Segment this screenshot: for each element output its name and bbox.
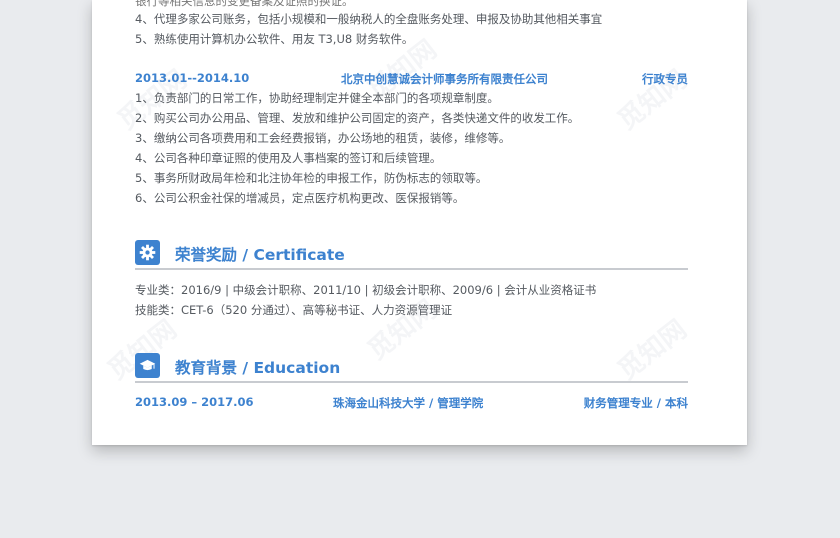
education-row: 2013.09 – 2017.06 珠海金山科技大学 / 管理学院 财务管理专业… [135, 395, 688, 411]
clipped-experience-line: 银行等相关信息的变更备案及证照的换证。 [135, 0, 354, 8]
resume-page: 觅知网 觅知网 觅知网 觅知网 觅知网 觅知网 银行等相关信息的变更备案及证照的… [92, 0, 747, 445]
graduation-cap-icon [135, 353, 160, 378]
job-duty-item: 2、购买公司办公用品、管理、发放和维护公司固定的资产，各类快递文件的收发工作。 [135, 111, 580, 125]
job-duty-item: 3、缴纳公司各项费用和工会经费报销，办公场地的租赁，装修，维修等。 [135, 131, 511, 145]
job-company: 北京中创慧诚会计师事务所有限责任公司 [341, 72, 548, 86]
experience-item: 5、熟练使用计算机办公软件、用友 T3,U8 财务软件。 [135, 32, 414, 46]
job-header: 2013.01--2014.10 北京中创慧诚会计师事务所有限责任公司 行政专员 [135, 71, 688, 87]
honors-section-title: 荣誉奖励 / Certificate [175, 246, 345, 264]
education-period: 2013.09 – 2017.06 [135, 395, 254, 409]
section-divider [135, 381, 688, 383]
education-school: 珠海金山科技大学 / 管理学院 [333, 396, 484, 410]
honors-line: 专业类：2016/9 | 中级会计职称、2011/10 | 初级会计职称、200… [135, 283, 597, 297]
job-duty-item: 6、公司公积金社保的增减员，定点医疗机构更改、医保报销等。 [135, 191, 465, 205]
job-duty-item: 5、事务所财政局年检和北注协年检的申报工作，防伪标志的领取等。 [135, 171, 488, 185]
education-section-title: 教育背景 / Education [175, 359, 341, 377]
job-duty-item: 1、负责部门的日常工作，协助经理制定并健全本部门的各项规章制度。 [135, 91, 499, 105]
gear-icon [135, 240, 160, 265]
education-section-header: 教育背景 / Education [135, 353, 688, 385]
job-period: 2013.01--2014.10 [135, 71, 250, 85]
job-title: 行政专员 [642, 72, 688, 86]
experience-item: 4、代理多家公司账务，包括小规模和一般纳税人的全盘账务处理、申报及协助其他相关事… [135, 12, 603, 26]
section-divider [135, 268, 688, 270]
job-duty-item: 4、公司各种印章证照的使用及人事档案的签订和后续管理。 [135, 151, 442, 165]
honors-line: 技能类：CET-6（520 分通过）、高等秘书证、人力资源管理证 [135, 303, 453, 317]
honors-section-header: 荣誉奖励 / Certificate [135, 240, 688, 272]
education-major: 财务管理专业 / 本科 [583, 396, 688, 410]
